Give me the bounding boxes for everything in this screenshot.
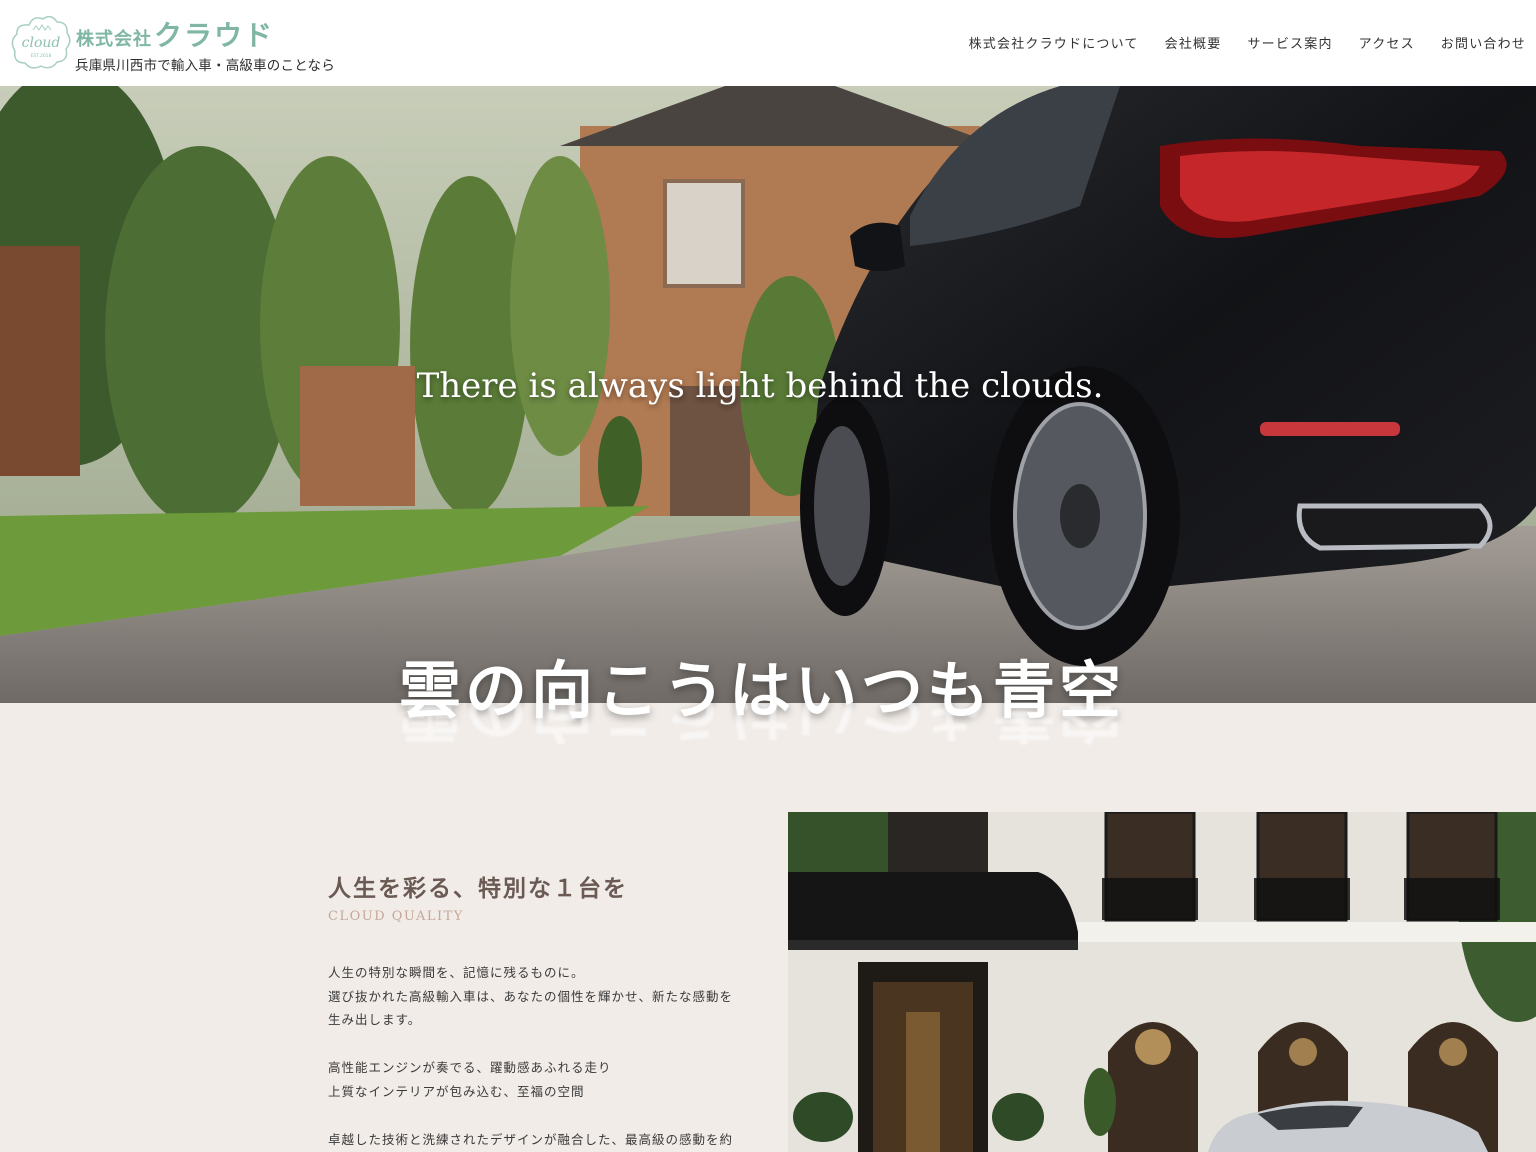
paragraph-line: 人生の特別な瞬間を、記憶に残るものに。: [328, 965, 585, 980]
hotel-storefront-photo: [788, 812, 1536, 1152]
header-tagline: 兵庫県川西市で輸入車・高級車のことなら: [75, 58, 335, 74]
nav-item-company-profile[interactable]: 会社概要: [1165, 33, 1222, 52]
hero-banner: There is always light behind the clouds.: [0, 86, 1536, 703]
brand-prefix: 株式会社: [76, 29, 152, 50]
site-header: cloud EST.2018 株式会社 クラウド 兵庫県川西市で輸入車・高級車の…: [0, 0, 1536, 86]
cloud-logo-icon[interactable]: cloud EST.2018: [11, 13, 71, 71]
section-subheading: CLOUD QUALITY: [328, 909, 464, 924]
nav-item-about[interactable]: 株式会社クラウドについて: [969, 33, 1139, 52]
main-nav: 株式会社クラウドについて 会社概要 サービス案内 アクセス お問い合わせ: [969, 33, 1526, 52]
paragraph-line: 高性能エンジンが奏でる、躍動感あふれる走り: [328, 1060, 612, 1075]
paragraph-line: 上質なインテリアが包み込む、至福の空間: [328, 1083, 585, 1099]
paragraph-line: 生み出します。: [328, 1012, 422, 1027]
brand-title: クラウド: [154, 19, 275, 52]
paragraph-2: 高性能エンジンが奏でる、躍動感あふれる走り 上質なインテリアが包み込む、至福の空…: [328, 1056, 612, 1103]
nav-item-contact[interactable]: お問い合わせ: [1441, 33, 1526, 52]
intro-section: 人生を彩る、特別な１台を CLOUD QUALITY 人生の特別な瞬間を、記憶に…: [0, 703, 1536, 1152]
paragraph-line: 選び抜かれた高級輸入車は、あなたの個性を輝かせ、新たな感動を: [328, 988, 734, 1004]
paragraph-3: 卓越した技術と洗練されたデザインが融合した、最高級の感動を約: [328, 1128, 733, 1152]
nav-item-services[interactable]: サービス案内: [1247, 33, 1332, 52]
section-heading: 人生を彩る、特別な１台を: [328, 876, 628, 902]
hero-subtitle: There is always light behind the clouds.: [416, 366, 1104, 406]
svg-text:EST.2018: EST.2018: [31, 53, 52, 59]
hero-title-reflection-text: 雲の向こうはいつも青空: [398, 703, 1125, 747]
hero-title-reflection: 雲の向こうはいつも青空: [0, 703, 1536, 747]
paragraph-line: 卓越した技術と洗練されたデザインが融合した、最高級の感動を約: [328, 1132, 734, 1147]
svg-text:cloud: cloud: [22, 35, 61, 51]
brand-name[interactable]: 株式会社 クラウド: [76, 14, 274, 54]
paragraph-1: 人生の特別な瞬間を、記憶に残るものに。 選び抜かれた高級輸入車は、あなたの個性を…: [328, 961, 733, 1032]
nav-item-access[interactable]: アクセス: [1359, 33, 1415, 52]
